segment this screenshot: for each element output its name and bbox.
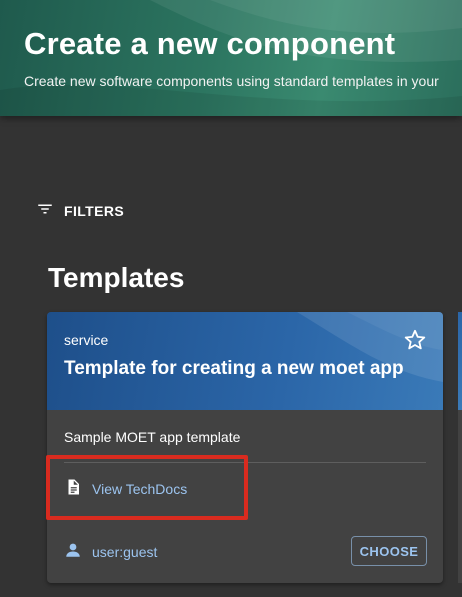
person-icon — [64, 541, 82, 564]
next-template-card-body — [458, 410, 462, 583]
filters-label: FILTERS — [64, 203, 125, 219]
card-divider — [64, 462, 426, 463]
template-description: Sample MOET app template — [64, 429, 241, 445]
document-icon — [64, 477, 82, 502]
templates-heading: Templates — [48, 262, 185, 293]
page-subtitle: Create new software components using sta… — [24, 73, 439, 89]
template-card: service Template for creating a new moet… — [47, 312, 443, 583]
page-header: Create a new component Create new softwa… — [0, 0, 462, 116]
star-outline-icon[interactable] — [403, 328, 427, 352]
view-techdocs-label: View TechDocs — [92, 481, 188, 497]
filter-list-icon — [36, 200, 54, 223]
template-card-header: service Template for creating a new moet… — [47, 312, 443, 410]
owner-link[interactable]: user:guest — [64, 541, 157, 563]
template-type: service — [64, 332, 109, 348]
page-title: Create a new component — [24, 26, 396, 61]
choose-button[interactable]: CHOOSE — [351, 536, 427, 566]
next-template-card-header — [458, 312, 462, 410]
template-title: Template for creating a new moet app — [64, 358, 404, 379]
owner-label: user:guest — [92, 544, 158, 560]
view-techdocs-link[interactable]: View TechDocs — [64, 478, 187, 500]
filters-button[interactable]: FILTERS — [36, 200, 124, 222]
